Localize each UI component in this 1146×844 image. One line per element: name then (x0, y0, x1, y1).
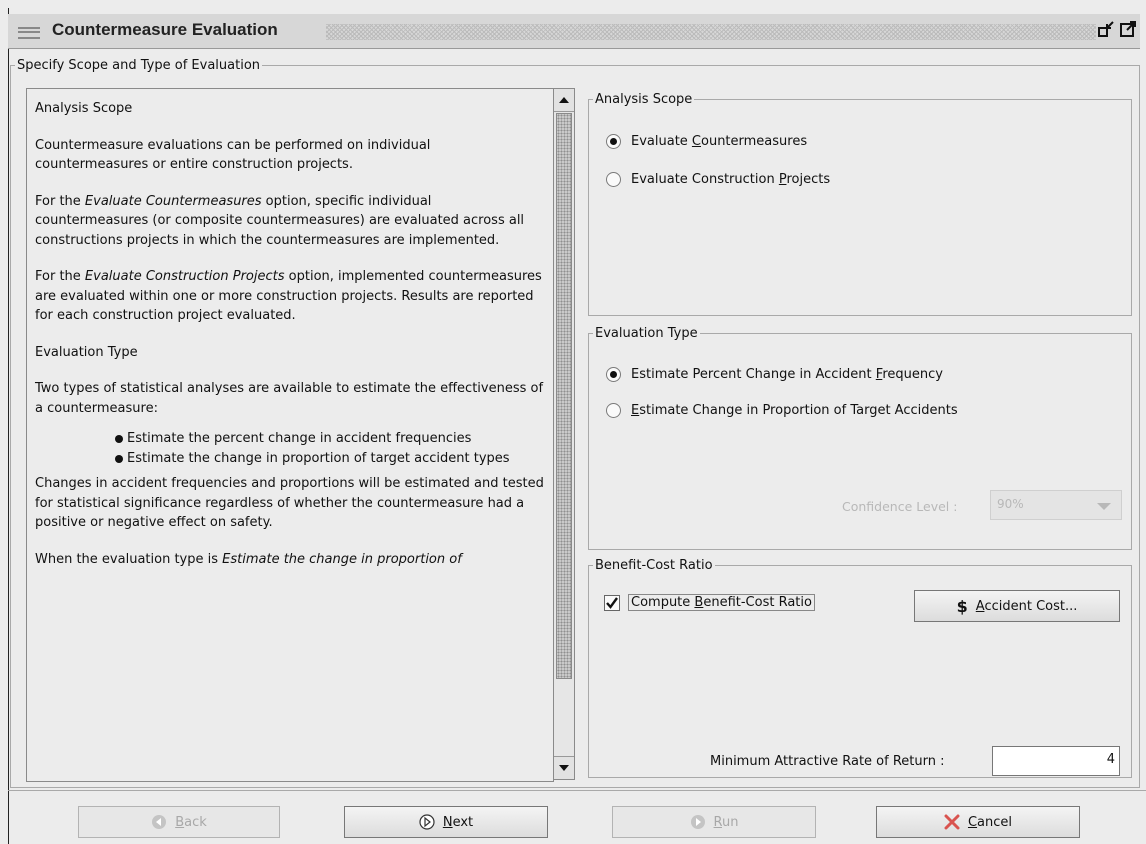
help-paragraph: Countermeasure evaluations can be perfor… (35, 137, 431, 173)
help-heading-scope: Analysis Scope (35, 101, 133, 116)
help-text-panel[interactable]: Analysis Scope Countermeasure evaluation… (26, 88, 554, 782)
compute-benefit-cost-checkbox[interactable] (604, 594, 620, 611)
run-button[interactable]: Run (612, 806, 816, 838)
scroll-thumb[interactable] (556, 113, 572, 679)
group-legend: Benefit-Cost Ratio (595, 558, 713, 573)
marr-input[interactable]: 4 (992, 746, 1120, 776)
radio-label: Evaluate Construction Projects (631, 172, 831, 187)
maximize-icon[interactable] (1120, 21, 1136, 37)
scroll-up-button[interactable] (554, 89, 574, 112)
confidence-level-select[interactable]: 90% (990, 490, 1122, 520)
group-legend: Analysis Scope (595, 92, 693, 107)
next-button[interactable]: Next (344, 806, 548, 838)
dollar-icon: $ (956, 596, 968, 616)
checkbox-label: Compute Benefit-Cost Ratio (628, 594, 815, 611)
back-button[interactable]: Back (78, 806, 280, 838)
radio-button[interactable] (606, 367, 621, 382)
window-title: Countermeasure Evaluation (52, 20, 278, 39)
confidence-level-value: 90% (997, 497, 1024, 511)
scroll-down-button[interactable] (554, 756, 574, 779)
help-bullet-list: Estimate the percent change in accident … (35, 429, 545, 468)
help-paragraph: Changes in accident frequencies and prop… (35, 476, 544, 530)
chevron-down-icon (1097, 503, 1111, 510)
group-legend: Specify Scope and Type of Evaluation (17, 58, 261, 73)
help-scrollbar[interactable] (553, 88, 575, 780)
analysis-scope-group: Analysis Scope (588, 92, 1132, 316)
next-arrow-icon (419, 814, 435, 830)
minimize-icon[interactable] (1098, 21, 1114, 37)
button-label: Next (442, 814, 474, 830)
list-item: Estimate the change in proportion of tar… (115, 449, 545, 469)
checkmark-icon (606, 596, 618, 609)
radio-evaluate-countermeasures[interactable]: Evaluate Countermeasures (606, 134, 807, 149)
confidence-level-label: Confidence Level : (842, 499, 958, 514)
arrow-up-icon (559, 97, 569, 103)
help-heading-type: Evaluation Type (35, 344, 138, 360)
button-label: Accident Cost... (975, 598, 1078, 614)
radio-button[interactable] (606, 403, 621, 418)
back-arrow-icon (152, 815, 167, 829)
radio-label: Estimate Percent Change in Accident Freq… (631, 367, 943, 382)
accident-cost-button[interactable]: $ Accident Cost... (914, 590, 1120, 622)
button-label: Run (713, 814, 739, 830)
cancel-button[interactable]: Cancel (876, 806, 1080, 838)
radio-change-proportion-target[interactable]: Estimate Change in Proportion of Target … (606, 403, 958, 418)
title-hatch (326, 24, 1096, 40)
help-paragraph: Two types of statistical analyses are av… (35, 381, 544, 416)
list-item: Estimate the percent change in accident … (115, 429, 545, 449)
radio-button[interactable] (606, 134, 621, 149)
button-label: Back (175, 814, 207, 830)
marr-label: Minimum Attractive Rate of Return : (710, 754, 945, 769)
run-arrow-icon (690, 815, 705, 829)
compute-benefit-cost-checkbox-row[interactable]: Compute Benefit-Cost Ratio (604, 594, 815, 611)
radio-label: Estimate Change in Proportion of Target … (631, 403, 958, 418)
footer-divider (8, 790, 1146, 791)
help-paragraph: For the Evaluate Construction Projects o… (35, 269, 542, 323)
group-legend: Evaluation Type (595, 326, 698, 341)
close-icon (944, 814, 960, 830)
grip-icon (18, 27, 40, 39)
radio-button[interactable] (606, 172, 621, 187)
button-label: Cancel (967, 814, 1013, 830)
arrow-down-icon (559, 765, 569, 771)
radio-label: Evaluate Countermeasures (631, 134, 808, 149)
title-bar[interactable]: Countermeasure Evaluation (8, 14, 1140, 49)
help-paragraph: For the Evaluate Countermeasures option,… (35, 193, 525, 248)
radio-evaluate-construction-projects[interactable]: Evaluate Construction Projects (606, 172, 830, 187)
radio-percent-change-frequency[interactable]: Estimate Percent Change in Accident Freq… (606, 367, 943, 382)
help-paragraph: When the evaluation type is Estimate the… (35, 551, 462, 567)
